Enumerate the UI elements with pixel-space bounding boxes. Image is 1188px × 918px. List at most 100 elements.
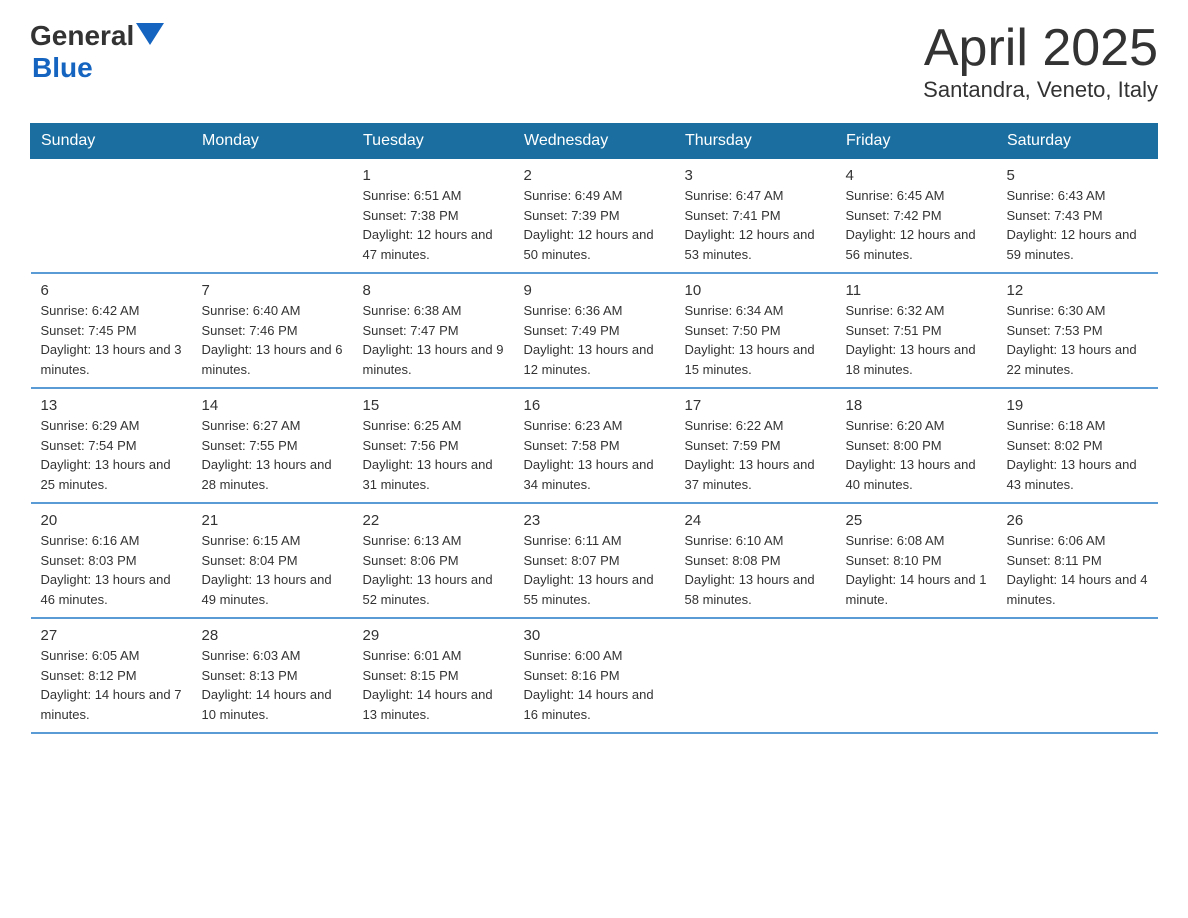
day-detail: Sunrise: 6:11 AMSunset: 8:07 PMDaylight:…	[524, 531, 665, 609]
day-number: 6	[41, 282, 182, 299]
day-number: 17	[685, 397, 826, 414]
day-detail: Sunrise: 6:36 AMSunset: 7:49 PMDaylight:…	[524, 301, 665, 379]
day-cell: 1 Sunrise: 6:51 AMSunset: 7:38 PMDaylight…	[353, 159, 514, 274]
day-detail: Sunrise: 6:30 AMSunset: 7:53 PMDaylight:…	[1007, 301, 1148, 379]
day-number: 9	[524, 282, 665, 299]
day-cell: 26 Sunrise: 6:06 AMSunset: 8:11 PMDayligh…	[997, 503, 1158, 618]
day-detail: Sunrise: 6:08 AMSunset: 8:10 PMDaylight:…	[846, 531, 987, 609]
logo-triangle-icon	[136, 23, 164, 45]
header-row: Sunday Monday Tuesday Wednesday Thursday…	[31, 124, 1158, 159]
day-detail: Sunrise: 6:23 AMSunset: 7:58 PMDaylight:…	[524, 416, 665, 494]
title-area: April 2025 Santandra, Veneto, Italy	[923, 20, 1158, 103]
day-cell: 11Sunrise: 6:32 AMSunset: 7:51 PMDayligh…	[836, 273, 997, 388]
calendar-header: Sunday Monday Tuesday Wednesday Thursday…	[31, 124, 1158, 159]
day-cell: 28 Sunrise: 6:03 AMSunset: 8:13 PMDayligh…	[192, 618, 353, 733]
day-number: 15	[363, 397, 504, 414]
week-row-3: 20Sunrise: 6:16 AMSunset: 8:03 PMDayligh…	[31, 503, 1158, 618]
week-row-2: 13 Sunrise: 6:29 AMSunset: 7:54 PMDayligh…	[31, 388, 1158, 503]
day-cell	[836, 618, 997, 733]
day-cell	[192, 159, 353, 274]
day-detail: Sunrise: 6:51 AMSunset: 7:38 PMDaylight:…	[363, 186, 504, 264]
day-cell	[675, 618, 836, 733]
day-number: 4	[846, 167, 987, 184]
day-detail: Sunrise: 6:06 AMSunset: 8:11 PMDaylight:…	[1007, 531, 1148, 609]
day-detail: Sunrise: 6:22 AMSunset: 7:59 PMDaylight:…	[685, 416, 826, 494]
header-saturday: Saturday	[997, 124, 1158, 159]
header-monday: Monday	[192, 124, 353, 159]
day-cell: 5Sunrise: 6:43 AMSunset: 7:43 PMDaylight…	[997, 159, 1158, 274]
day-detail: Sunrise: 6:10 AMSunset: 8:08 PMDaylight:…	[685, 531, 826, 609]
day-detail: Sunrise: 6:32 AMSunset: 7:51 PMDaylight:…	[846, 301, 987, 379]
day-cell: 3Sunrise: 6:47 AMSunset: 7:41 PMDaylight…	[675, 159, 836, 274]
day-number: 2	[524, 167, 665, 184]
day-number: 12	[1007, 282, 1148, 299]
day-number: 24	[685, 512, 826, 529]
header-wednesday: Wednesday	[514, 124, 675, 159]
day-detail: Sunrise: 6:00 AMSunset: 8:16 PMDaylight:…	[524, 646, 665, 724]
day-detail: Sunrise: 6:25 AMSunset: 7:56 PMDaylight:…	[363, 416, 504, 494]
day-cell: 17 Sunrise: 6:22 AMSunset: 7:59 PMDayligh…	[675, 388, 836, 503]
day-cell: 12 Sunrise: 6:30 AMSunset: 7:53 PMDayligh…	[997, 273, 1158, 388]
calendar-title: April 2025	[923, 20, 1158, 77]
day-number: 16	[524, 397, 665, 414]
day-cell: 20Sunrise: 6:16 AMSunset: 8:03 PMDayligh…	[31, 503, 192, 618]
day-detail: Sunrise: 6:15 AMSunset: 8:04 PMDaylight:…	[202, 531, 343, 609]
week-row-4: 27 Sunrise: 6:05 AMSunset: 8:12 PMDayligh…	[31, 618, 1158, 733]
day-detail: Sunrise: 6:03 AMSunset: 8:13 PMDaylight:…	[202, 646, 343, 724]
header-thursday: Thursday	[675, 124, 836, 159]
day-cell: 9 Sunrise: 6:36 AMSunset: 7:49 PMDaylight…	[514, 273, 675, 388]
day-detail: Sunrise: 6:05 AMSunset: 8:12 PMDaylight:…	[41, 646, 182, 724]
day-number: 5	[1007, 167, 1148, 184]
day-detail: Sunrise: 6:34 AMSunset: 7:50 PMDaylight:…	[685, 301, 826, 379]
day-cell: 2 Sunrise: 6:49 AMSunset: 7:39 PMDaylight…	[514, 159, 675, 274]
day-cell: 8 Sunrise: 6:38 AMSunset: 7:47 PMDaylight…	[353, 273, 514, 388]
day-number: 25	[846, 512, 987, 529]
day-number: 27	[41, 627, 182, 644]
day-detail: Sunrise: 6:45 AMSunset: 7:42 PMDaylight:…	[846, 186, 987, 264]
day-cell: 6Sunrise: 6:42 AMSunset: 7:45 PMDaylight…	[31, 273, 192, 388]
day-number: 22	[363, 512, 504, 529]
day-number: 26	[1007, 512, 1148, 529]
day-cell: 13 Sunrise: 6:29 AMSunset: 7:54 PMDayligh…	[31, 388, 192, 503]
calendar-table: Sunday Monday Tuesday Wednesday Thursday…	[30, 123, 1158, 734]
day-cell: 4 Sunrise: 6:45 AMSunset: 7:42 PMDaylight…	[836, 159, 997, 274]
week-row-1: 6Sunrise: 6:42 AMSunset: 7:45 PMDaylight…	[31, 273, 1158, 388]
day-cell: 21Sunrise: 6:15 AMSunset: 8:04 PMDayligh…	[192, 503, 353, 618]
day-cell: 7 Sunrise: 6:40 AMSunset: 7:46 PMDaylight…	[192, 273, 353, 388]
day-cell	[997, 618, 1158, 733]
day-detail: Sunrise: 6:29 AMSunset: 7:54 PMDaylight:…	[41, 416, 182, 494]
day-cell: 15 Sunrise: 6:25 AMSunset: 7:56 PMDayligh…	[353, 388, 514, 503]
logo: General Blue	[30, 20, 164, 84]
day-number: 7	[202, 282, 343, 299]
day-cell: 19Sunrise: 6:18 AMSunset: 8:02 PMDayligh…	[997, 388, 1158, 503]
day-detail: Sunrise: 6:18 AMSunset: 8:02 PMDaylight:…	[1007, 416, 1148, 494]
header-friday: Friday	[836, 124, 997, 159]
day-detail: Sunrise: 6:40 AMSunset: 7:46 PMDaylight:…	[202, 301, 343, 379]
day-cell: 18 Sunrise: 6:20 AMSunset: 8:00 PMDayligh…	[836, 388, 997, 503]
week-row-0: 1 Sunrise: 6:51 AMSunset: 7:38 PMDaylight…	[31, 159, 1158, 274]
day-number: 28	[202, 627, 343, 644]
day-number: 18	[846, 397, 987, 414]
day-detail: Sunrise: 6:20 AMSunset: 8:00 PMDaylight:…	[846, 416, 987, 494]
day-number: 8	[363, 282, 504, 299]
day-detail: Sunrise: 6:49 AMSunset: 7:39 PMDaylight:…	[524, 186, 665, 264]
day-detail: Sunrise: 6:47 AMSunset: 7:41 PMDaylight:…	[685, 186, 826, 264]
day-detail: Sunrise: 6:27 AMSunset: 7:55 PMDaylight:…	[202, 416, 343, 494]
day-cell: 16 Sunrise: 6:23 AMSunset: 7:58 PMDayligh…	[514, 388, 675, 503]
calendar-body: 1 Sunrise: 6:51 AMSunset: 7:38 PMDaylight…	[31, 159, 1158, 734]
day-number: 30	[524, 627, 665, 644]
day-cell: 24 Sunrise: 6:10 AMSunset: 8:08 PMDayligh…	[675, 503, 836, 618]
header-tuesday: Tuesday	[353, 124, 514, 159]
day-number: 13	[41, 397, 182, 414]
day-detail: Sunrise: 6:16 AMSunset: 8:03 PMDaylight:…	[41, 531, 182, 609]
header-sunday: Sunday	[31, 124, 192, 159]
day-number: 1	[363, 167, 504, 184]
day-number: 29	[363, 627, 504, 644]
day-cell: 22Sunrise: 6:13 AMSunset: 8:06 PMDayligh…	[353, 503, 514, 618]
day-number: 10	[685, 282, 826, 299]
day-number: 14	[202, 397, 343, 414]
day-cell: 27 Sunrise: 6:05 AMSunset: 8:12 PMDayligh…	[31, 618, 192, 733]
logo-blue: Blue	[32, 52, 164, 84]
day-cell: 23Sunrise: 6:11 AMSunset: 8:07 PMDayligh…	[514, 503, 675, 618]
day-detail: Sunrise: 6:38 AMSunset: 7:47 PMDaylight:…	[363, 301, 504, 379]
